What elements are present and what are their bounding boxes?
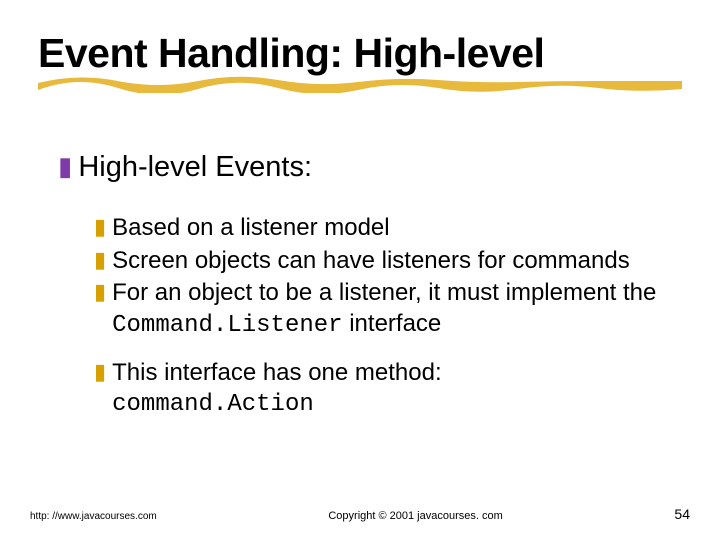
footer-page-number: 54 — [674, 506, 690, 522]
title-area: Event Handling: High-level — [38, 32, 682, 89]
text-fragment: interface — [343, 310, 442, 337]
level2-item: ▮ For an object to be a listener, it mus… — [94, 278, 678, 341]
bullet-level2-icon: ▮ — [94, 358, 106, 386]
level1-item: ▮ High-level Events: — [58, 150, 678, 185]
level2-text: Based on a listener model — [112, 213, 678, 244]
footer-copyright: Copyright © 2001 javacourses. com — [328, 510, 502, 522]
title-underline — [38, 69, 682, 93]
bullet-level1-icon: ▮ — [58, 150, 72, 182]
sub-list: ▮ Based on a listener model ▮ Screen obj… — [94, 213, 678, 421]
level2-text: Screen objects can have listeners for co… — [112, 246, 678, 277]
level2-text: For an object to be a listener, it must … — [112, 278, 678, 341]
code-fragment: command.Action — [112, 391, 314, 418]
bullet-level2-icon: ▮ — [94, 213, 106, 241]
level2-text: This interface has one method: command.A… — [112, 358, 678, 421]
text-fragment: For an object to be a listener, it must … — [112, 279, 656, 306]
level2-item: ▮ This interface has one method: command… — [94, 358, 678, 421]
slide: Event Handling: High-level ▮ High-level … — [0, 0, 720, 540]
level2-item: ▮ Based on a listener model — [94, 213, 678, 244]
bullet-level2-icon: ▮ — [94, 278, 106, 306]
bullet-level2-icon: ▮ — [94, 246, 106, 274]
body: ▮ High-level Events: ▮ Based on a listen… — [58, 150, 678, 423]
footer-url: http: //www.javacourses.com — [30, 511, 157, 522]
code-fragment: Command.Listener — [112, 312, 342, 339]
footer: http: //www.javacourses.com Copyright © … — [30, 506, 690, 522]
level1-text: High-level Events: — [78, 150, 312, 185]
spacer — [94, 344, 678, 358]
text-fragment: This interface has one method: — [112, 359, 442, 386]
level2-item: ▮ Screen objects can have listeners for … — [94, 246, 678, 277]
